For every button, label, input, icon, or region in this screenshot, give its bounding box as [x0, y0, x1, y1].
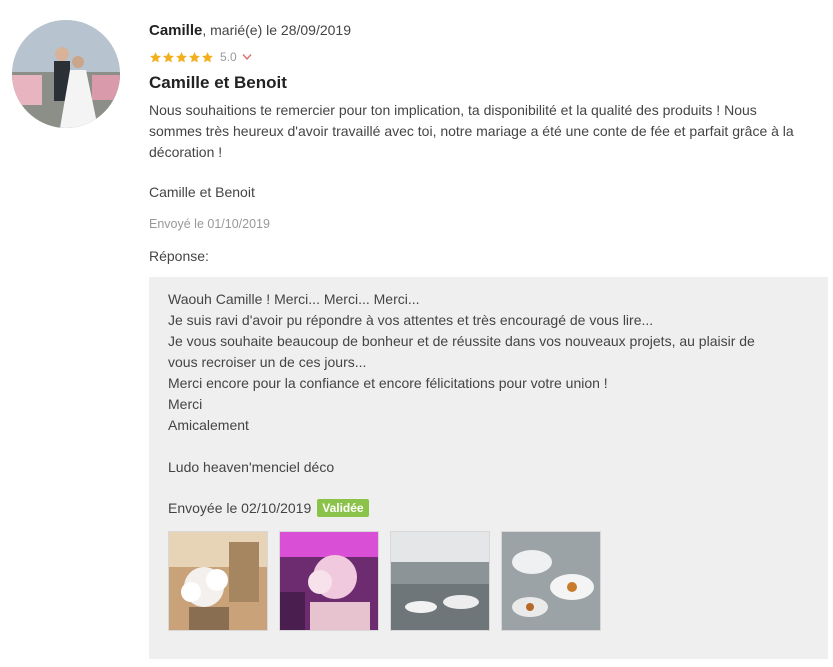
- reply-line: Ludo heaven'menciel déco: [168, 459, 335, 475]
- review-title: Camille et Benoit: [149, 73, 287, 92]
- reply-text: Waouh Camille ! Merci... Merci... Merci.…: [168, 289, 788, 478]
- reply-box: Waouh Camille ! Merci... Merci... Merci.…: [149, 277, 828, 659]
- photo-gallery: [168, 531, 612, 631]
- reply-line: Je vous souhaite beaucoup de bonheur et …: [168, 333, 755, 370]
- star-icon: [189, 51, 200, 62]
- chevron-down-icon[interactable]: [242, 53, 252, 61]
- reply-sent-date: Envoyée le 02/10/2019: [168, 500, 312, 516]
- review-signature: Camille et Benoit: [149, 184, 255, 200]
- star-icon: [176, 51, 187, 62]
- photo-thumbnail[interactable]: [390, 531, 490, 631]
- response-label: Réponse:: [149, 248, 209, 264]
- photo-thumbnail[interactable]: [168, 531, 268, 631]
- status-badge: Validée: [317, 499, 369, 517]
- author-meta: , marié(e) le 28/09/2019: [202, 22, 351, 38]
- reply-line: Merci: [168, 396, 203, 412]
- reply-line: [168, 436, 788, 457]
- photo-thumbnail[interactable]: [279, 531, 379, 631]
- reply-line: Je suis ravi d'avoir pu répondre à vos a…: [168, 312, 654, 328]
- avatar: [12, 20, 120, 128]
- author-name: Camille: [149, 22, 203, 39]
- rating-value: 5.0: [220, 50, 237, 64]
- reply-sent: Envoyée le 02/10/2019 Validée: [168, 499, 369, 517]
- photo-thumbnail[interactable]: [501, 531, 601, 631]
- star-icon: [150, 51, 161, 62]
- author-line: Camille, marié(e) le 28/09/2019: [149, 22, 351, 39]
- reply-line: Waouh Camille ! Merci... Merci... Merci.…: [168, 291, 420, 307]
- star-icon: [163, 51, 174, 62]
- star-rating: [149, 51, 214, 64]
- star-icon: [202, 51, 213, 62]
- review-body: Nous souhaitions te remercier pour ton i…: [149, 102, 794, 160]
- reply-line: Amicalement: [168, 417, 249, 433]
- review-sent-date: Envoyé le 01/10/2019: [149, 217, 270, 231]
- reply-line: Merci encore pour la confiance et encore…: [168, 375, 608, 391]
- rating[interactable]: 5.0: [149, 50, 252, 64]
